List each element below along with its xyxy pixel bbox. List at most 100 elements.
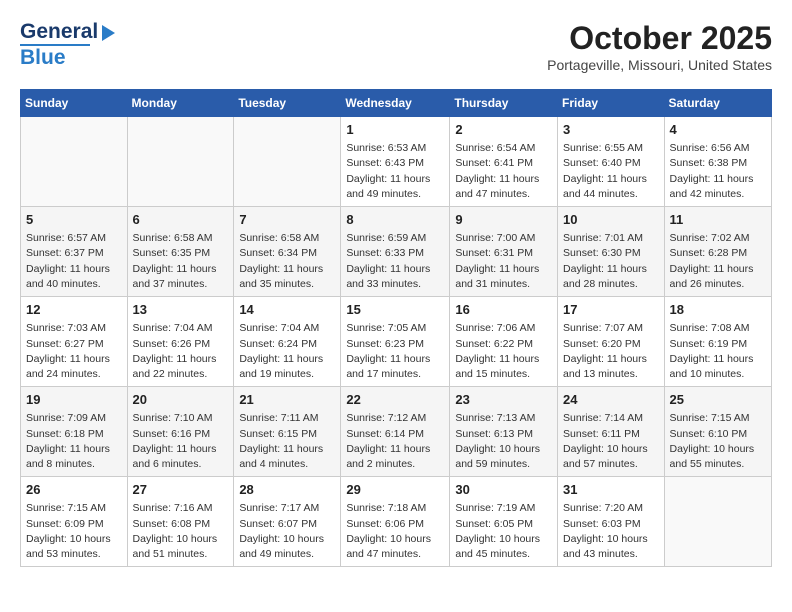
calendar-cell: 25Sunrise: 7:15 AM Sunset: 6:10 PM Dayli…	[664, 387, 771, 477]
day-info: Sunrise: 7:15 AM Sunset: 6:09 PM Dayligh…	[26, 501, 122, 562]
day-info: Sunrise: 7:13 AM Sunset: 6:13 PM Dayligh…	[455, 411, 552, 472]
day-number: 31	[563, 481, 659, 499]
calendar-cell: 22 Sunrise: 7:12 AM Sunset: 6:14 PM Dayli…	[341, 387, 450, 477]
day-info: Sunrise: 6:56 AM Sunset: 6:38 PM Dayligh…	[670, 141, 766, 202]
calendar-cell: 23 Sunrise: 7:13 AM Sunset: 6:13 PM Dayli…	[450, 387, 558, 477]
calendar-cell: 12Sunrise: 7:03 AM Sunset: 6:27 PM Dayli…	[21, 297, 128, 387]
day-number: 14	[239, 301, 335, 319]
day-info: Sunrise: 7:08 AM Sunset: 6:19 PM Dayligh…	[670, 321, 766, 382]
day-number: 23	[455, 391, 552, 409]
weekday-header-tuesday: Tuesday	[234, 90, 341, 117]
day-info: Sunrise: 7:10 AM Sunset: 6:16 PM Dayligh…	[133, 411, 229, 472]
day-info: Sunrise: 6:55 AM Sunset: 6:40 PM Dayligh…	[563, 141, 659, 202]
day-number: 3	[563, 121, 659, 139]
weekday-header-wednesday: Wednesday	[341, 90, 450, 117]
day-info: Sunrise: 7:04 AM Sunset: 6:24 PM Dayligh…	[239, 321, 335, 382]
day-info: Sunrise: 7:04 AM Sunset: 6:26 PM Dayligh…	[133, 321, 229, 382]
calendar-cell: 6Sunrise: 6:58 AM Sunset: 6:35 PM Daylig…	[127, 207, 234, 297]
day-info: Sunrise: 6:59 AM Sunset: 6:33 PM Dayligh…	[346, 231, 444, 292]
calendar-cell: 5Sunrise: 6:57 AM Sunset: 6:37 PM Daylig…	[21, 207, 128, 297]
day-number: 8	[346, 211, 444, 229]
calendar-cell: 3 Sunrise: 6:55 AM Sunset: 6:40 PM Daylig…	[558, 117, 665, 207]
calendar-week-row: 1 Sunrise: 6:53 AM Sunset: 6:43 PM Daylig…	[21, 117, 772, 207]
calendar-cell: 21Sunrise: 7:11 AM Sunset: 6:15 PM Dayli…	[234, 387, 341, 477]
calendar-week-row: 19 Sunrise: 7:09 AM Sunset: 6:18 PM Dayli…	[21, 387, 772, 477]
day-info: Sunrise: 7:14 AM Sunset: 6:11 PM Dayligh…	[563, 411, 659, 472]
day-info: Sunrise: 7:09 AM Sunset: 6:18 PM Dayligh…	[26, 411, 122, 472]
day-info: Sunrise: 7:17 AM Sunset: 6:07 PM Dayligh…	[239, 501, 335, 562]
calendar-cell: 28 Sunrise: 7:17 AM Sunset: 6:07 PM Dayli…	[234, 477, 341, 567]
calendar-cell: 1 Sunrise: 6:53 AM Sunset: 6:43 PM Daylig…	[341, 117, 450, 207]
day-info: Sunrise: 7:11 AM Sunset: 6:15 PM Dayligh…	[239, 411, 335, 472]
day-number: 15	[346, 301, 444, 319]
day-info: Sunrise: 7:05 AM Sunset: 6:23 PM Dayligh…	[346, 321, 444, 382]
calendar-cell: 18 Sunrise: 7:08 AM Sunset: 6:19 PM Dayli…	[664, 297, 771, 387]
calendar-cell: 4 Sunrise: 6:56 AM Sunset: 6:38 PM Daylig…	[664, 117, 771, 207]
calendar-cell	[21, 117, 128, 207]
day-number: 6	[133, 211, 229, 229]
calendar-cell: 31 Sunrise: 7:20 AM Sunset: 6:03 PM Dayli…	[558, 477, 665, 567]
calendar-cell: 17 Sunrise: 7:07 AM Sunset: 6:20 PM Dayli…	[558, 297, 665, 387]
day-info: Sunrise: 6:57 AM Sunset: 6:37 PM Dayligh…	[26, 231, 122, 292]
day-info: Sunrise: 7:18 AM Sunset: 6:06 PM Dayligh…	[346, 501, 444, 562]
calendar-cell: 7 Sunrise: 6:58 AM Sunset: 6:34 PM Daylig…	[234, 207, 341, 297]
day-info: Sunrise: 7:16 AM Sunset: 6:08 PM Dayligh…	[133, 501, 229, 562]
calendar-table: SundayMondayTuesdayWednesdayThursdayFrid…	[20, 89, 772, 567]
day-info: Sunrise: 7:06 AM Sunset: 6:22 PM Dayligh…	[455, 321, 552, 382]
month-title: October 2025	[547, 20, 772, 57]
day-number: 19	[26, 391, 122, 409]
weekday-header-row: SundayMondayTuesdayWednesdayThursdayFrid…	[21, 90, 772, 117]
day-number: 26	[26, 481, 122, 499]
day-number: 13	[133, 301, 229, 319]
calendar-cell: 9 Sunrise: 7:00 AM Sunset: 6:31 PM Daylig…	[450, 207, 558, 297]
day-info: Sunrise: 7:07 AM Sunset: 6:20 PM Dayligh…	[563, 321, 659, 382]
calendar-cell	[664, 477, 771, 567]
day-info: Sunrise: 7:15 AM Sunset: 6:10 PM Dayligh…	[670, 411, 766, 472]
day-info: Sunrise: 7:20 AM Sunset: 6:03 PM Dayligh…	[563, 501, 659, 562]
calendar-cell: 15 Sunrise: 7:05 AM Sunset: 6:23 PM Dayli…	[341, 297, 450, 387]
calendar-cell: 16 Sunrise: 7:06 AM Sunset: 6:22 PM Dayli…	[450, 297, 558, 387]
day-info: Sunrise: 6:53 AM Sunset: 6:43 PM Dayligh…	[346, 141, 444, 202]
day-number: 11	[670, 211, 766, 229]
day-number: 16	[455, 301, 552, 319]
title-block: October 2025 Portageville, Missouri, Uni…	[547, 20, 772, 73]
day-number: 29	[346, 481, 444, 499]
weekday-header-thursday: Thursday	[450, 90, 558, 117]
day-number: 4	[670, 121, 766, 139]
calendar-week-row: 26 Sunrise: 7:15 AM Sunset: 6:09 PM Dayli…	[21, 477, 772, 567]
weekday-header-saturday: Saturday	[664, 90, 771, 117]
day-number: 27	[133, 481, 229, 499]
day-info: Sunrise: 7:01 AM Sunset: 6:30 PM Dayligh…	[563, 231, 659, 292]
calendar-cell	[127, 117, 234, 207]
day-info: Sunrise: 7:00 AM Sunset: 6:31 PM Dayligh…	[455, 231, 552, 292]
day-number: 28	[239, 481, 335, 499]
day-number: 10	[563, 211, 659, 229]
weekday-header-monday: Monday	[127, 90, 234, 117]
day-number: 30	[455, 481, 552, 499]
page-header: General Blue October 2025 Portageville, …	[20, 20, 772, 73]
calendar-cell: 10 Sunrise: 7:01 AM Sunset: 6:30 PM Dayli…	[558, 207, 665, 297]
weekday-header-sunday: Sunday	[21, 90, 128, 117]
day-number: 1	[346, 121, 444, 139]
day-info: Sunrise: 6:58 AM Sunset: 6:34 PM Dayligh…	[239, 231, 335, 292]
day-info: Sunrise: 7:02 AM Sunset: 6:28 PM Dayligh…	[670, 231, 766, 292]
calendar-cell: 20 Sunrise: 7:10 AM Sunset: 6:16 PM Dayli…	[127, 387, 234, 477]
day-number: 18	[670, 301, 766, 319]
calendar-cell: 2Sunrise: 6:54 AM Sunset: 6:41 PM Daylig…	[450, 117, 558, 207]
calendar-cell: 8 Sunrise: 6:59 AM Sunset: 6:33 PM Daylig…	[341, 207, 450, 297]
calendar-cell: 19 Sunrise: 7:09 AM Sunset: 6:18 PM Dayli…	[21, 387, 128, 477]
day-number: 7	[239, 211, 335, 229]
day-number: 17	[563, 301, 659, 319]
day-info: Sunrise: 7:19 AM Sunset: 6:05 PM Dayligh…	[455, 501, 552, 562]
day-number: 9	[455, 211, 552, 229]
calendar-cell: 14 Sunrise: 7:04 AM Sunset: 6:24 PM Dayli…	[234, 297, 341, 387]
calendar-week-row: 5Sunrise: 6:57 AM Sunset: 6:37 PM Daylig…	[21, 207, 772, 297]
day-number: 2	[455, 121, 552, 139]
calendar-cell: 26 Sunrise: 7:15 AM Sunset: 6:09 PM Dayli…	[21, 477, 128, 567]
day-info: Sunrise: 7:12 AM Sunset: 6:14 PM Dayligh…	[346, 411, 444, 472]
day-number: 20	[133, 391, 229, 409]
day-number: 22	[346, 391, 444, 409]
calendar-cell: 24Sunrise: 7:14 AM Sunset: 6:11 PM Dayli…	[558, 387, 665, 477]
calendar-cell: 30 Sunrise: 7:19 AM Sunset: 6:05 PM Dayli…	[450, 477, 558, 567]
calendar-cell: 27 Sunrise: 7:16 AM Sunset: 6:08 PM Dayli…	[127, 477, 234, 567]
